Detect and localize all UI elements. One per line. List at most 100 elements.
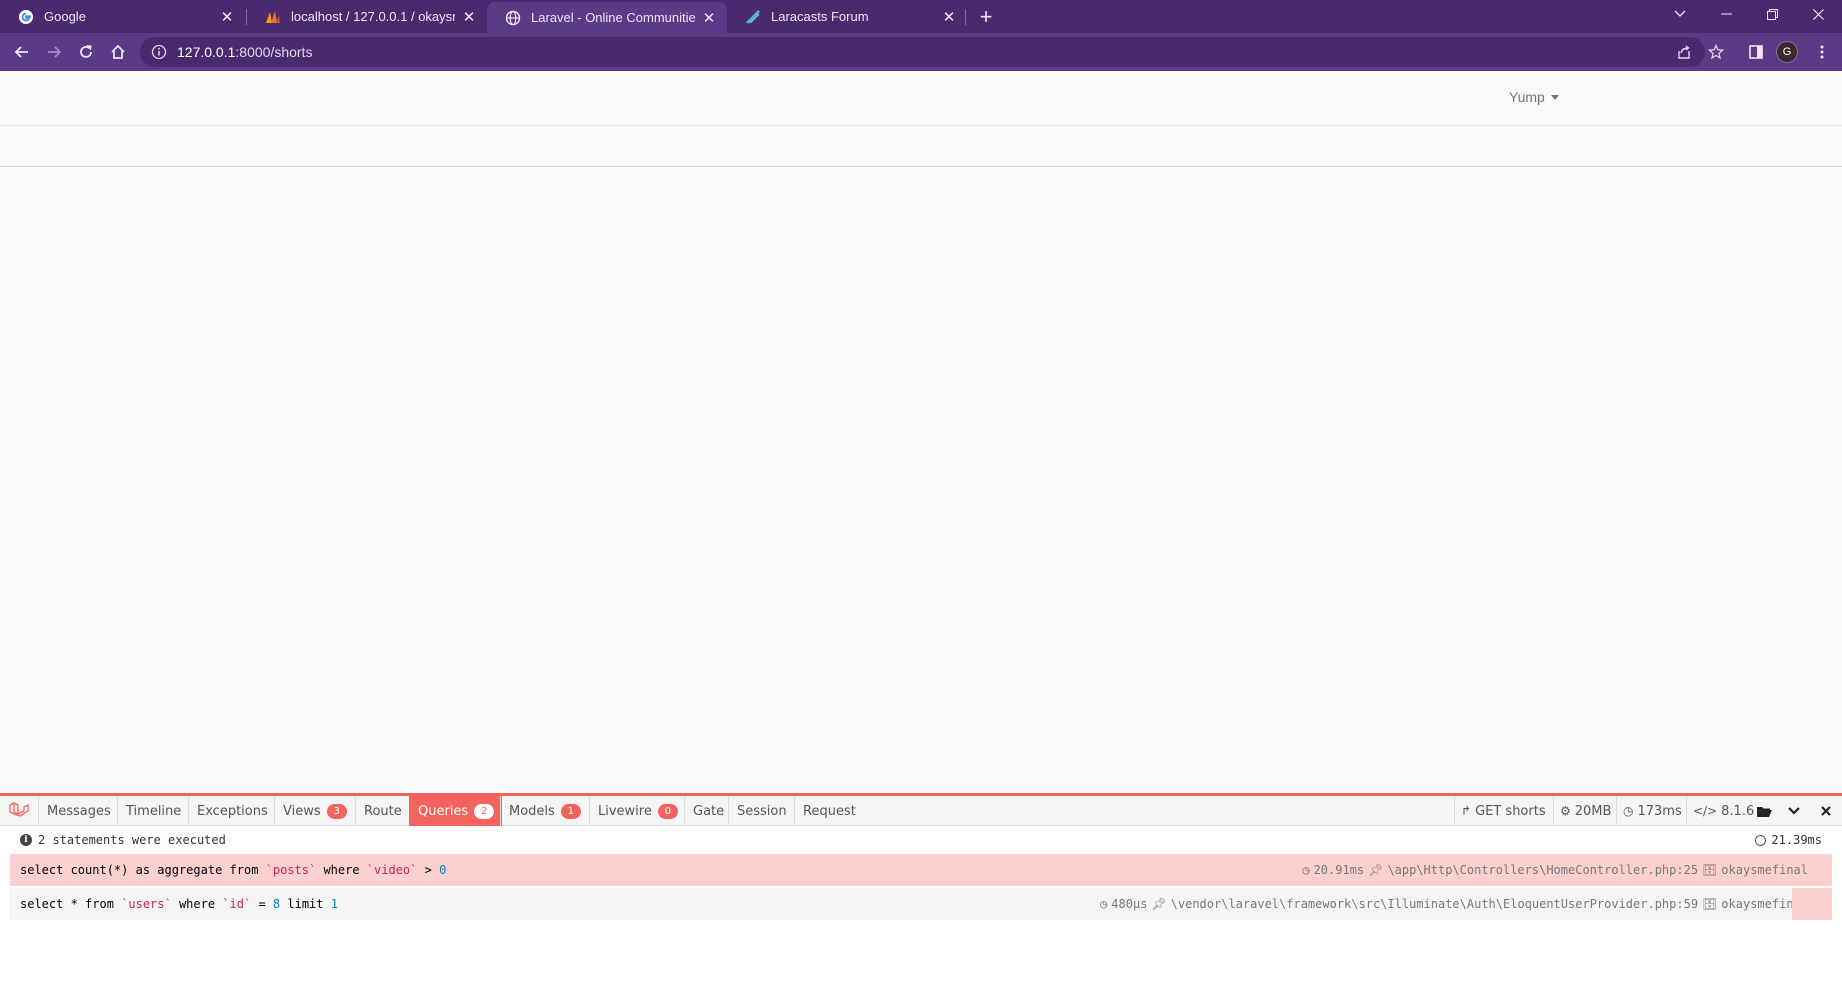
total-duration-text: 21.39ms [1771,833,1822,847]
debugbar-tab-gate[interactable]: Gate [684,796,732,826]
tab-label: Models [509,803,555,819]
tab-label: Views [283,803,321,819]
profile-initial: G [1782,46,1792,58]
minimize-debugbar-icon[interactable] [1780,796,1808,826]
tab-search-icon[interactable] [1657,0,1703,28]
route-text: GET shorts [1475,803,1546,819]
query-row[interactable]: select count(*) as aggregate from `posts… [10,854,1832,886]
browser-tab-strip: Google ✕ localhost / 127.0.0.1 / okaysme… [0,0,1842,33]
tab-label: Request [803,803,856,819]
caret-down-icon [1550,94,1559,100]
close-debugbar-icon[interactable] [1812,796,1840,826]
user-dropdown[interactable]: Yump [1509,89,1559,105]
query-row[interactable]: select * from `users` where `id` = 8 lim… [10,888,1832,920]
debugbar: Messages Timeline Exceptions Views 3 Rout… [0,793,1842,996]
phpmyadmin-icon [265,9,281,25]
debugbar-tab-route[interactable]: Route [355,796,410,826]
time-indicator[interactable]: ◷ 173ms [1616,796,1688,826]
sql-keyword: where [316,863,367,877]
app-navbar: Yump [0,71,1842,126]
time-text: 173ms [1637,803,1682,819]
sql-number: 0 [439,863,447,877]
debugbar-tab-messages[interactable]: Messages [38,796,119,826]
tab-label: Timeline [126,803,182,819]
minimize-button[interactable] [1703,0,1749,28]
sql-identifier: `users` [121,897,172,911]
debugbar-tab-queries[interactable]: Queries 2 [409,796,503,826]
query-connection: okaysmefinal [1721,863,1808,877]
database-icon: 🗄︎ [1702,863,1718,877]
query-source: \app\Http\Controllers\HomeController.php… [1387,863,1699,877]
address-bar[interactable]: 127.0.0.1:8000/shorts [140,37,1705,67]
url-text[interactable]: 127.0.0.1:8000/shorts [177,44,312,60]
code-icon: </> [1693,804,1718,818]
browser-tab-laravel[interactable]: Laravel - Online Communities ✕ [487,2,727,33]
debugbar-tab-exceptions[interactable]: Exceptions [188,796,276,826]
tab-close-icon[interactable]: ✕ [461,9,477,26]
site-info-icon[interactable] [151,44,167,60]
debugbar-tab-views[interactable]: Views 3 [274,796,355,826]
memory-text: 20MB [1574,803,1612,819]
side-panel-icon[interactable] [1742,38,1770,66]
memory-indicator[interactable]: ⚙ 20MB [1553,796,1617,826]
route-indicator[interactable]: ↱ GET shorts [1454,796,1552,826]
browser-tab-laracasts[interactable]: Laracasts Forum ✕ [727,0,967,33]
tab-label: Gate [693,803,725,819]
debugbar-tab-models[interactable]: Models 1 [500,796,589,826]
tab-label: Session [737,803,787,819]
sql-keyword: select * from [20,897,122,911]
debugbar-tab-livewire[interactable]: Livewire 0 [589,796,686,826]
sql-keyword: limit [280,897,331,911]
google-icon [18,9,34,25]
tab-title: localhost / 127.0.0.1 / okaysmefinal | p… [291,9,455,24]
url-host: 127.0.0.1 [177,44,236,60]
sql-operator: = [251,897,273,911]
laravel-logo-icon[interactable] [8,802,30,820]
sql-keyword: where [171,897,223,911]
profile-avatar[interactable]: G [1776,41,1798,63]
views-count-badge: 3 [326,803,347,819]
total-duration: 21.39ms [1755,833,1822,847]
pin-icon: 📌︎ [1368,863,1384,877]
info-icon: i [20,834,32,846]
user-dropdown-label: Yump [1509,89,1545,105]
query-duration: 20.91ms [1313,863,1365,877]
back-button[interactable] [8,38,36,66]
debugbar-header: Messages Timeline Exceptions Views 3 Rout… [0,796,1842,826]
tab-label: Route [364,803,402,819]
browser-tab-google[interactable]: Google ✕ [0,0,245,33]
close-window-button[interactable] [1795,0,1841,28]
globe-icon [505,10,521,26]
reload-button[interactable] [72,38,100,66]
forward-button[interactable] [40,38,68,66]
browser-menu-icon[interactable] [1808,38,1836,66]
share-arrow-icon: ↱ [1461,804,1472,818]
queries-status-bar: i 2 statements were executed 21.39ms [0,827,1842,854]
tab-title: Laracasts Forum [771,9,869,24]
home-button[interactable] [104,38,132,66]
open-folder-icon[interactable] [1750,796,1778,826]
clock-icon [1755,834,1767,846]
livewire-count-badge: 0 [657,803,678,819]
sql-keyword: select count(*) as aggregate from [20,863,266,877]
database-icon: 🗄︎ [1702,897,1718,911]
debugbar-tab-timeline[interactable]: Timeline [117,796,189,826]
debugbar-tab-request[interactable]: Request [794,796,864,826]
tab-close-icon[interactable]: ✕ [701,10,717,27]
sql-identifier: `video` [366,863,418,877]
tab-title: Laravel - Online Communities [531,10,695,25]
tab-close-icon[interactable]: ✕ [941,9,957,26]
tab-title: Google [44,9,86,24]
tab-close-icon[interactable]: ✕ [219,9,235,26]
pin-icon: 📌︎ [1151,897,1167,911]
debugbar-tab-session[interactable]: Session [728,796,795,826]
browser-tab-phpmyadmin[interactable]: localhost / 127.0.0.1 / okaysmefinal | p… [247,0,487,33]
restore-button[interactable] [1749,0,1795,28]
row-highlight-edge [1792,888,1832,920]
tab-label: Queries [418,803,469,819]
url-path: :8000/shorts [235,44,313,60]
bookmark-star-icon[interactable] [1702,38,1730,66]
cogs-icon: ⚙ [1560,804,1571,818]
new-tab-button[interactable]: + [972,4,1000,30]
share-icon[interactable] [1670,38,1698,66]
